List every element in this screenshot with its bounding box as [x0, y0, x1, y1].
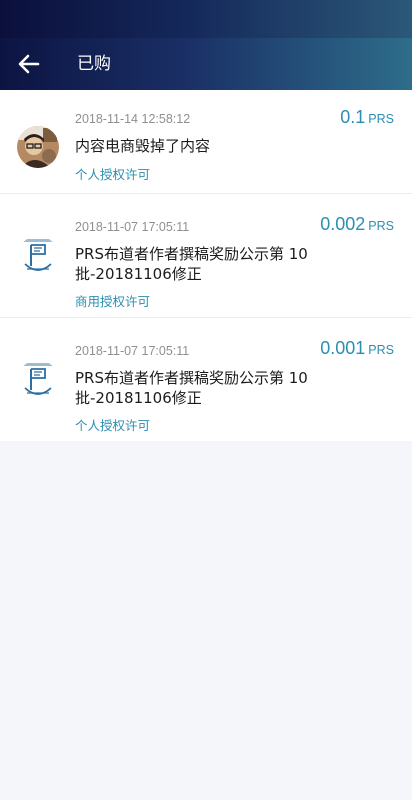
- price-unit: PRS: [368, 219, 394, 233]
- person-photo-icon: [17, 126, 59, 168]
- price-unit: PRS: [368, 112, 394, 126]
- price-unit: PRS: [368, 343, 394, 357]
- price-amount: 0.1: [340, 107, 366, 127]
- avatar: [17, 236, 59, 278]
- back-button[interactable]: [14, 50, 44, 78]
- arrow-left-icon: [18, 54, 40, 74]
- purchase-item[interactable]: 2018-11-14 12:58:12 0.1 PRS 内容电商毁掉了内容 个人授…: [0, 90, 412, 194]
- license-type: 商用授权许可: [75, 294, 151, 309]
- flag-logo-icon: [17, 360, 59, 402]
- price-amount: 0.002: [320, 214, 366, 234]
- purchase-item[interactable]: 2018-11-07 17:05:11 0.001 PRS PRS布道者作者撰稿奖…: [0, 318, 412, 441]
- article-title: PRS布道者作者撰稿奖励公示第 10 批-20181106修正: [75, 245, 308, 283]
- price: 0.002 PRS: [320, 214, 394, 235]
- price-amount: 0.001: [320, 338, 366, 358]
- flag-logo-icon: [17, 236, 59, 278]
- purchase-list: 2018-11-14 12:58:12 0.1 PRS 内容电商毁掉了内容 个人授…: [0, 90, 412, 441]
- avatar: [17, 126, 59, 168]
- purchase-time: 2018-11-07 17:05:11: [75, 344, 190, 358]
- page-title: 已购: [77, 54, 111, 74]
- license-type: 个人授权许可: [75, 167, 151, 182]
- purchase-item[interactable]: 2018-11-07 17:05:11 0.002 PRS PRS布道者作者撰稿奖…: [0, 194, 412, 318]
- status-bar: [0, 0, 412, 38]
- article-title: PRS布道者作者撰稿奖励公示第 10 批-20181106修正: [75, 369, 308, 407]
- purchase-time: 2018-11-07 17:05:11: [75, 220, 190, 234]
- article-title: 内容电商毁掉了内容: [75, 137, 211, 155]
- license-type: 个人授权许可: [75, 418, 151, 433]
- avatar: [17, 360, 59, 402]
- price: 0.001 PRS: [320, 338, 394, 359]
- price: 0.1 PRS: [340, 107, 394, 128]
- purchase-time: 2018-11-14 12:58:12: [75, 112, 191, 126]
- app-header: 已购: [0, 38, 412, 90]
